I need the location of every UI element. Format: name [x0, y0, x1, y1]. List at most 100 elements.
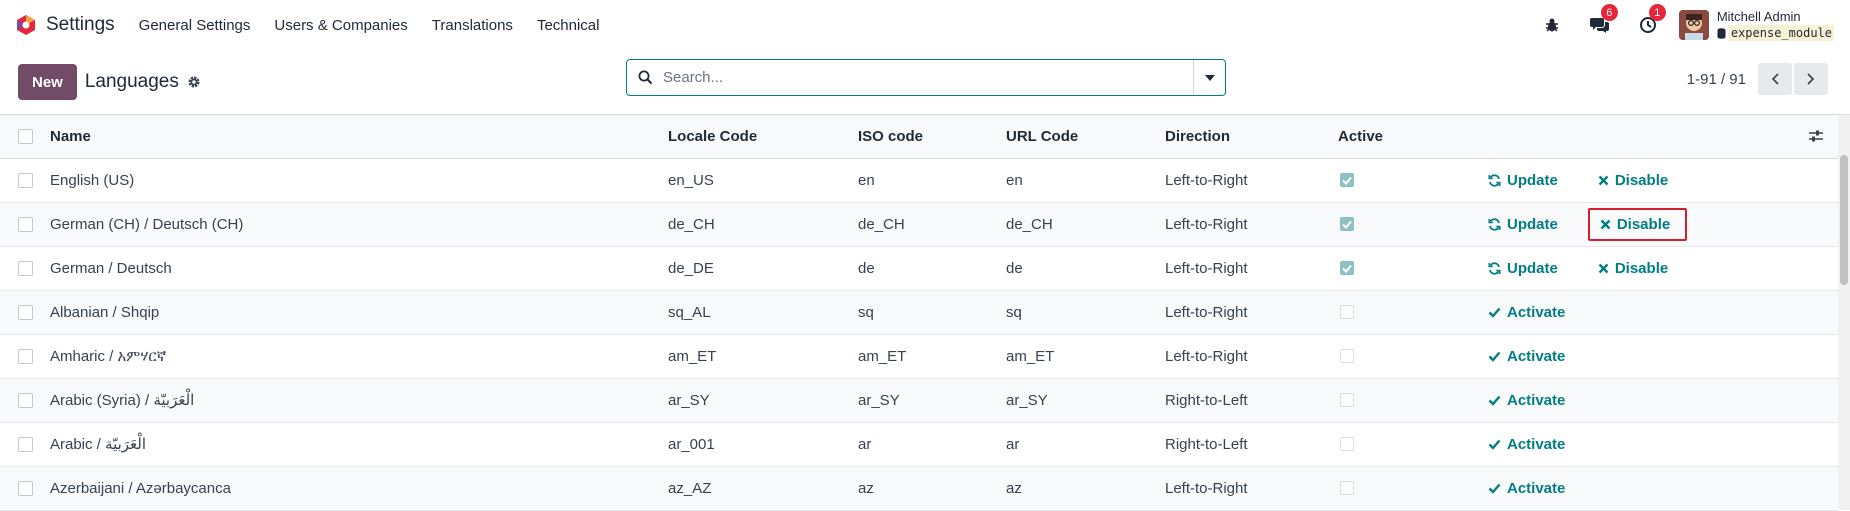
optional-columns-sliders-icon[interactable]	[1808, 129, 1838, 143]
search-input[interactable]	[663, 60, 1193, 95]
disable-label: Disable	[1614, 171, 1669, 189]
table-row[interactable]: German / Deutsch de_DE de de Left-to-Rig…	[0, 246, 1838, 291]
table-row[interactable]: Arabic / الْعَرَبيّة ar_001 ar ar Right-…	[0, 422, 1838, 467]
menu-technical[interactable]: Technical	[525, 17, 612, 34]
main-menu: General Settings Users & Companies Trans…	[127, 17, 612, 34]
active-checkbox	[1340, 393, 1354, 407]
debug-bug-icon[interactable]	[1541, 14, 1563, 36]
messages-icon[interactable]: 6	[1589, 4, 1618, 36]
update-button[interactable]: Update	[1478, 254, 1568, 283]
activities-clock-icon[interactable]: 1	[1637, 4, 1666, 36]
select-all-checkbox[interactable]	[18, 128, 33, 144]
pager-value[interactable]: 1-91 / 91	[1687, 71, 1746, 88]
disable-label: Disable	[1616, 215, 1671, 233]
table-row[interactable]: English (US) en_US en en Left-to-Right U…	[0, 158, 1838, 203]
times-icon	[1600, 219, 1611, 230]
user-name: Mitchell Admin	[1716, 9, 1801, 24]
activate-label: Activate	[1507, 347, 1566, 365]
vertical-scrollbar[interactable]	[1838, 115, 1850, 510]
active-checkbox	[1340, 437, 1354, 451]
table-row[interactable]: Amharic / አምሃርኛ am_ET am_ET am_ET Left-t…	[0, 334, 1838, 379]
row-checkbox[interactable]	[18, 216, 33, 232]
check-icon	[1488, 307, 1501, 318]
database-icon	[1717, 27, 1726, 39]
control-panel: New Languages 1-91 / 91	[0, 50, 1850, 114]
column-header-name[interactable]: Name	[50, 115, 668, 159]
cell-locale-code: en_US	[668, 158, 858, 203]
row-checkbox[interactable]	[18, 304, 33, 320]
check-icon	[1488, 483, 1501, 494]
check-icon	[1488, 439, 1501, 450]
cell-iso-code: am_ET	[858, 334, 1006, 379]
new-button[interactable]: New	[18, 64, 77, 100]
row-checkbox[interactable]	[18, 260, 33, 276]
chevron-left-icon	[1771, 73, 1779, 85]
column-header-locale-code[interactable]: Locale Code	[668, 115, 858, 159]
brand[interactable]: Settings	[16, 14, 115, 36]
languages-table: Name Locale Code ISO code URL Code Direc…	[0, 115, 1838, 511]
table-row[interactable]: Albanian / Shqip sq_AL sq sq Left-to-Rig…	[0, 290, 1838, 335]
active-checkbox	[1340, 217, 1354, 231]
menu-translations[interactable]: Translations	[420, 17, 525, 34]
refresh-icon	[1488, 261, 1501, 275]
avatar[interactable]	[1678, 10, 1709, 40]
activate-button[interactable]: Activate	[1478, 474, 1575, 503]
row-checkbox[interactable]	[18, 348, 33, 364]
cell-locale-code: ar_SY	[668, 378, 858, 423]
column-header-direction[interactable]: Direction	[1165, 115, 1338, 159]
update-button[interactable]: Update	[1478, 166, 1568, 195]
times-icon	[1598, 263, 1609, 274]
activate-button[interactable]: Activate	[1478, 386, 1575, 415]
activities-badge: 1	[1648, 4, 1666, 21]
column-header-iso-code[interactable]: ISO code	[858, 115, 1006, 159]
cell-url-code: en	[1006, 158, 1165, 203]
cell-name: German (CH) / Deutsch (CH)	[50, 202, 668, 247]
cell-name: English (US)	[50, 158, 668, 203]
table-row[interactable]: Arabic (Syria) / الْعَرَبيّة ar_SY ar_SY…	[0, 378, 1838, 423]
cell-locale-code: az_AZ	[668, 466, 858, 511]
odoo-logo-icon[interactable]	[16, 14, 36, 36]
disable-button[interactable]: Disable	[1588, 166, 1678, 195]
table-row[interactable]: German (CH) / Deutsch (CH) de_CH de_CH d…	[0, 202, 1838, 247]
scrollbar-thumb[interactable]	[1840, 155, 1848, 285]
cell-iso-code: de	[858, 246, 1006, 291]
disable-label: Disable	[1614, 259, 1669, 277]
cell-direction: Left-to-Right	[1165, 246, 1338, 291]
pager-previous-button[interactable]	[1758, 63, 1792, 95]
cell-direction: Left-to-Right	[1165, 466, 1338, 511]
cell-direction: Left-to-Right	[1165, 202, 1338, 247]
row-checkbox[interactable]	[18, 436, 33, 452]
breadcrumb: Languages	[85, 71, 201, 93]
disable-button[interactable]: Disable	[1588, 254, 1678, 283]
activate-label: Activate	[1507, 303, 1566, 321]
table-header-row: Name Locale Code ISO code URL Code Direc…	[0, 115, 1838, 159]
activate-button[interactable]: Activate	[1478, 342, 1575, 371]
user-menu[interactable]: Mitchell Admin expense_module	[1678, 9, 1834, 41]
column-header-url-code[interactable]: URL Code	[1006, 115, 1165, 159]
menu-general-settings[interactable]: General Settings	[127, 17, 263, 34]
cell-iso-code: ar_SY	[858, 378, 1006, 423]
disable-button[interactable]: Disable	[1587, 207, 1688, 241]
activate-button[interactable]: Activate	[1478, 430, 1575, 459]
cell-direction: Left-to-Right	[1165, 334, 1338, 379]
languages-list: Name Locale Code ISO code URL Code Direc…	[0, 114, 1850, 511]
active-checkbox	[1340, 305, 1354, 319]
update-button[interactable]: Update	[1478, 210, 1568, 239]
row-checkbox[interactable]	[18, 172, 33, 188]
cell-name: Arabic / الْعَرَبيّة	[50, 422, 668, 467]
search-options-toggle[interactable]	[1193, 60, 1225, 95]
systray: 6 1 Mitchell Admin expense_module	[1541, 4, 1834, 41]
table-row[interactable]: Azerbaijani / Azərbaycanca az_AZ az az L…	[0, 466, 1838, 511]
menu-users-companies[interactable]: Users & Companies	[262, 17, 419, 34]
column-header-active[interactable]: Active	[1338, 115, 1478, 159]
pager-next-button[interactable]	[1794, 63, 1828, 95]
cell-name: Azerbaijani / Azərbaycanca	[50, 466, 668, 511]
row-checkbox[interactable]	[18, 392, 33, 408]
pager: 1-91 / 91	[1687, 63, 1828, 95]
app-name[interactable]: Settings	[46, 14, 115, 36]
active-checkbox	[1340, 349, 1354, 363]
active-checkbox	[1340, 481, 1354, 495]
row-checkbox[interactable]	[18, 480, 33, 496]
gear-icon[interactable]	[187, 75, 201, 89]
activate-button[interactable]: Activate	[1478, 298, 1575, 327]
